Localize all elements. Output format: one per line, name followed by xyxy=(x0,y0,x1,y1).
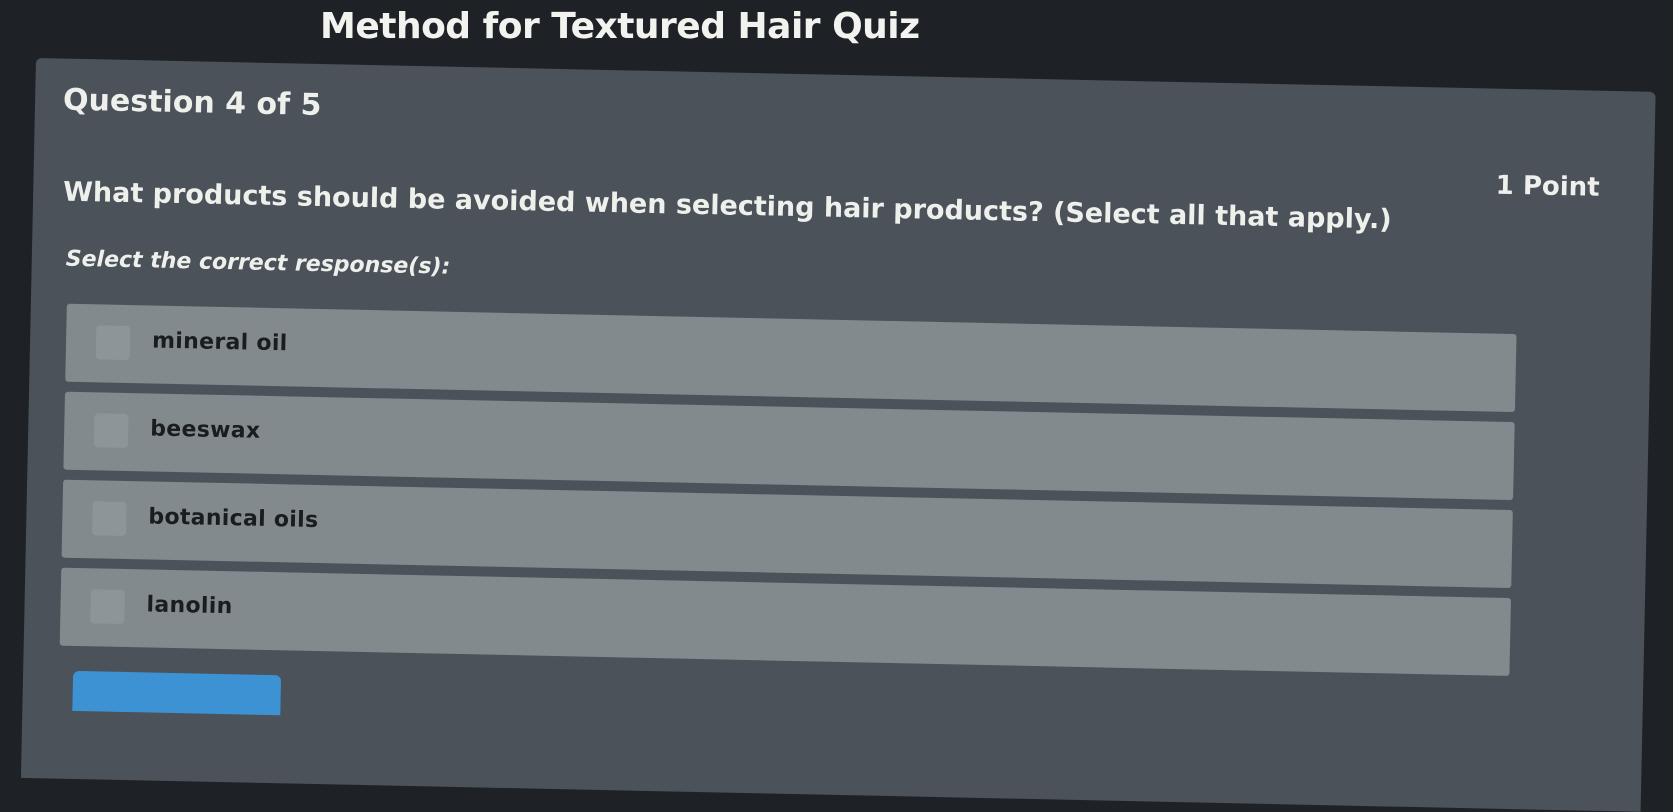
checkbox[interactable] xyxy=(95,325,131,361)
option-label: beeswax xyxy=(149,416,261,444)
answer-options: mineral oil beeswax botanical oils lanol… xyxy=(59,303,1517,686)
instruction-text: Select the correct response(s): xyxy=(65,246,451,280)
question-text: What products should be avoided when sel… xyxy=(62,176,1392,236)
option-label: mineral oil xyxy=(151,328,288,357)
checkbox[interactable] xyxy=(92,501,127,536)
submit-button[interactable] xyxy=(72,670,282,716)
page-title: Method for Textured Hair Quiz xyxy=(320,6,920,47)
option-label: lanolin xyxy=(146,592,233,620)
question-counter: Question 4 of 5 xyxy=(62,82,322,123)
points-label: 1 Point xyxy=(1495,170,1600,203)
checkbox[interactable] xyxy=(93,413,129,449)
quiz-card: Question 4 of 5 1 Point What products sh… xyxy=(20,58,1656,812)
option-lanolin[interactable]: lanolin xyxy=(59,567,1512,676)
option-label: botanical oils xyxy=(148,504,319,534)
checkbox[interactable] xyxy=(90,589,125,624)
